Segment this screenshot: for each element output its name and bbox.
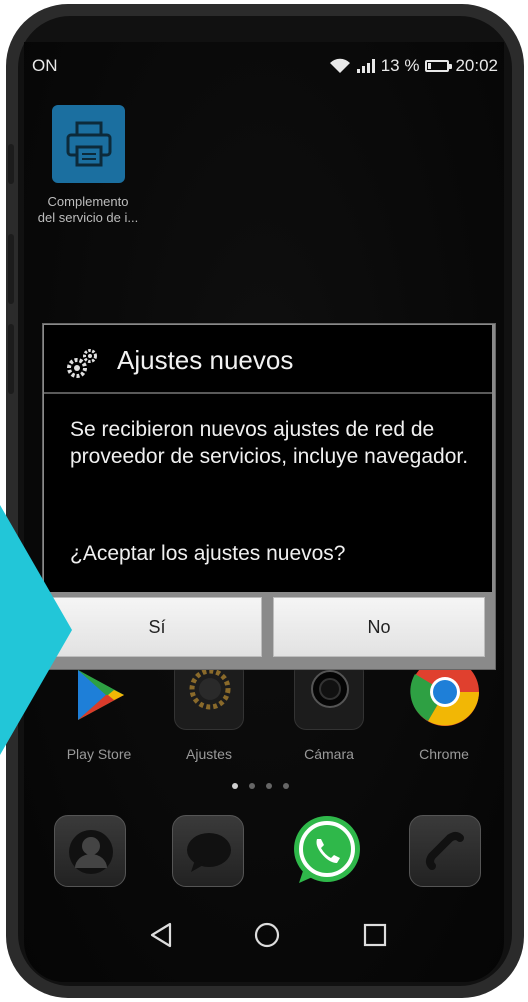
wifi-icon [329,58,350,73]
print-service-app-icon[interactable] [52,105,125,183]
camera-label: Cámara [304,746,354,762]
page-dot [266,783,272,789]
signal-icon [356,59,375,73]
dialog-button-bar: Sí No [44,592,492,666]
dialog-question: ¿Aceptar los ajustes nuevos? [70,542,346,565]
dialog-message: Se recibieron nuevos ajustes de red de p… [70,418,469,468]
battery-icon [425,60,453,72]
side-button [8,234,14,304]
app-row: Play Store Ajustes Cámara Chrome [24,658,504,770]
navigation-bar [24,910,504,960]
settings-app[interactable]: Ajustes [164,660,254,762]
messages-icon[interactable] [172,815,244,887]
chrome-label: Chrome [419,746,469,762]
back-icon[interactable] [144,918,178,952]
recents-icon[interactable] [358,918,392,952]
app-label-line2: del servicio de i... [37,210,139,225]
gears-icon [67,349,97,378]
contacts-icon[interactable] [54,815,126,887]
phone-icon[interactable] [409,815,481,887]
no-button[interactable]: No [273,597,485,657]
page-dot [249,783,255,789]
printer-icon [66,121,112,167]
gear-icon [174,660,244,730]
page-dot [283,783,289,789]
favorites-dock [24,815,504,895]
page-indicator [232,783,289,789]
home-icon[interactable] [250,918,284,952]
settings-label: Ajustes [186,746,232,762]
highlight-arrow [0,505,72,755]
volume-button [8,144,14,184]
yes-button[interactable]: Sí [52,597,262,657]
whatsapp-icon[interactable] [289,813,365,894]
app-label-line1: Complemento [47,194,129,209]
clock: 20:02 [455,56,498,75]
print-service-app-label: Complemento del servicio de i... [28,194,148,226]
camera-app[interactable]: Cámara [284,660,374,762]
battery-percent: 13 % [380,56,420,75]
side-button-2 [8,324,14,394]
carrier-label: ON [32,56,58,75]
chrome-app[interactable]: Chrome [399,658,489,762]
dialog-divider [44,392,492,394]
page-dot [232,783,238,789]
camera-icon [294,660,364,730]
dialog-title: Ajustes nuevos [117,345,294,375]
status-bar: ON 13 % 20:02 [24,52,504,82]
chrome-icon [409,658,479,730]
play-store-icon [64,660,134,730]
